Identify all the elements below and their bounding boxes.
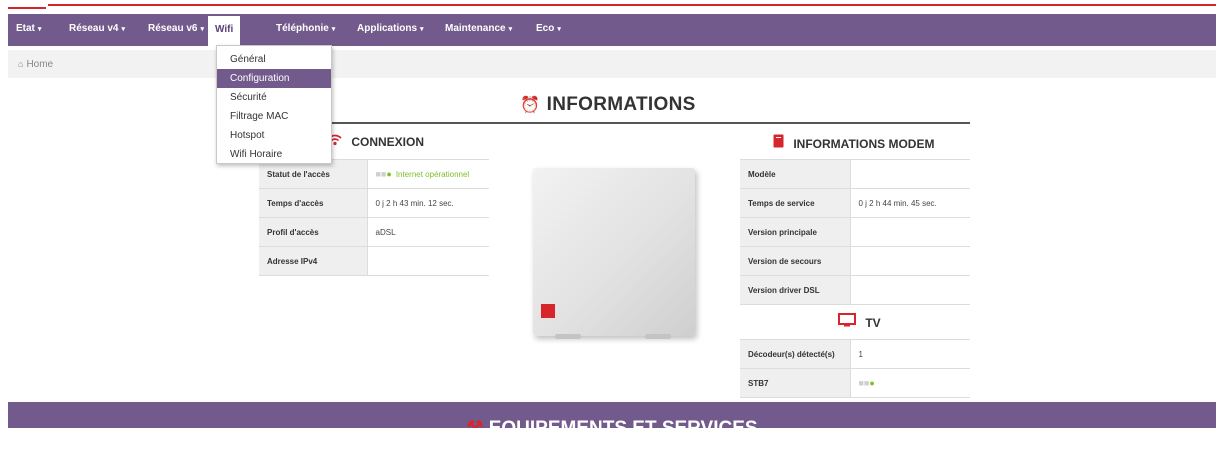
chevron-down-icon: ▾ [420, 26, 424, 33]
row-value [850, 217, 970, 247]
breadcrumb-home[interactable]: Home [26, 59, 53, 70]
viewport-bottom [0, 428, 1216, 475]
table-row: Temps d'accès 0 j 2 h 43 min. 12 sec. [259, 188, 489, 218]
table-row: STB7 ■■● [740, 368, 970, 398]
breadcrumb: ⌂ Home [8, 50, 1216, 78]
modem-body [533, 168, 695, 336]
table-row: Temps de service 0 j 2 h 44 min. 45 sec. [740, 188, 970, 218]
menu-item-wifi-horaire[interactable]: Wifi Horaire [217, 145, 331, 164]
nav-maintenance[interactable]: Maintenance ▾ [445, 14, 512, 46]
brand-line-left [8, 7, 46, 9]
table-row: Version principale [740, 217, 970, 247]
row-key: Profil d'accès [259, 217, 368, 247]
chevron-down-icon: ▾ [200, 26, 204, 33]
row-value: ■■● Internet opérationnel [367, 159, 489, 189]
chevron-down-icon: ▾ [331, 26, 336, 33]
tv-title-wrap: TV [838, 313, 881, 330]
access-status: Internet opérationnel [395, 170, 470, 179]
menu-item-filtrage-mac[interactable]: Filtrage MAC [217, 107, 331, 126]
row-key: Temps de service [740, 188, 851, 218]
brand-logo [541, 304, 555, 318]
row-key: Version principale [740, 217, 851, 247]
tv-table: Décodeur(s) détecté(s) 1 STB7 ■■● [740, 339, 970, 398]
modem-title: INFORMATIONS MODEM [793, 137, 935, 151]
top-brand-line [0, 0, 1216, 14]
wifi-dropdown-menu: Général Configuration Sécurité Filtrage … [216, 45, 332, 164]
row-value: 1 [850, 339, 970, 369]
menu-item-securite[interactable]: Sécurité [217, 88, 331, 107]
connexion-table: Statut de l'accès ■■● Internet opérationn… [259, 159, 489, 276]
row-key: Version de secours [740, 246, 851, 276]
home-icon: ⌂ [18, 59, 24, 69]
status-led-icon: ■■● [858, 378, 875, 388]
equipements-band: ⚒ EQUIPEMENTS ET SERVICES [8, 402, 1216, 439]
menu-item-configuration[interactable]: Configuration [217, 69, 331, 88]
table-row: Adresse IPv4 [259, 246, 489, 276]
alarm-clock-icon: ⏰ [520, 97, 541, 114]
nav-telephonie[interactable]: Téléphonie ▾ [276, 14, 335, 46]
nav-reseau-v4[interactable]: Réseau v4 ▾ [69, 14, 125, 46]
row-value [850, 275, 970, 305]
brand-line [48, 4, 1216, 6]
modem-table: Modèle Temps de service 0 j 2 h 44 min. … [740, 159, 970, 305]
menu-item-general[interactable]: Général [217, 50, 331, 69]
row-key: Adresse IPv4 [259, 246, 368, 276]
row-key: Décodeur(s) détecté(s) [740, 339, 851, 369]
nav-wifi[interactable]: Wifi [208, 16, 241, 46]
chevron-down-icon: ▾ [557, 26, 561, 33]
nav-reseau-v6[interactable]: Réseau v6 ▾ [148, 14, 204, 46]
nav-applications[interactable]: Applications ▾ [357, 14, 424, 46]
chevron-down-icon: ▾ [37, 26, 42, 33]
tv-title: TV [865, 316, 881, 330]
menu-item-hotspot[interactable]: Hotspot [217, 126, 331, 145]
nav-etat[interactable]: Etat ▾ [16, 14, 41, 46]
row-value [850, 159, 970, 189]
row-value: 0 j 2 h 44 min. 45 sec. [850, 188, 970, 218]
tv-icon [838, 313, 859, 330]
connexion-title-wrap: CONNEXION [328, 134, 424, 149]
table-row: Version de secours [740, 246, 970, 276]
row-key: STB7 [740, 368, 851, 398]
row-value: ■■● [850, 368, 970, 398]
router-icon [773, 134, 787, 151]
row-key: Version driver DSL [740, 275, 851, 305]
title-divider [258, 122, 970, 124]
row-value [850, 246, 970, 276]
table-row: Décodeur(s) détecté(s) 1 [740, 339, 970, 369]
row-value [367, 246, 489, 276]
page-title: INFORMATIONS [546, 94, 696, 115]
chevron-down-icon: ▾ [508, 26, 513, 33]
modem-foot [645, 334, 671, 339]
status-led-icon: ■■● [375, 169, 392, 179]
modem-image [527, 162, 697, 344]
main-navbar: Etat ▾ Réseau v4 ▾ Réseau v6 ▾ Wifi Télépho… [8, 14, 1216, 46]
row-key: Temps d'accès [259, 188, 368, 218]
chevron-down-icon: ▾ [121, 26, 125, 33]
table-row: Version driver DSL [740, 275, 970, 305]
table-row: Profil d'accès aDSL [259, 217, 489, 247]
modem-title-wrap: INFORMATIONS MODEM [773, 134, 934, 151]
row-value: 0 j 2 h 43 min. 12 sec. [367, 188, 489, 218]
row-key: Modèle [740, 159, 851, 189]
nav-eco[interactable]: Eco ▾ [536, 14, 561, 46]
page-title-wrap: ⏰ INFORMATIONS [0, 94, 1216, 116]
row-value: aDSL [367, 217, 489, 247]
table-row: Modèle [740, 159, 970, 189]
modem-foot [555, 334, 581, 339]
connexion-title: CONNEXION [351, 135, 425, 149]
